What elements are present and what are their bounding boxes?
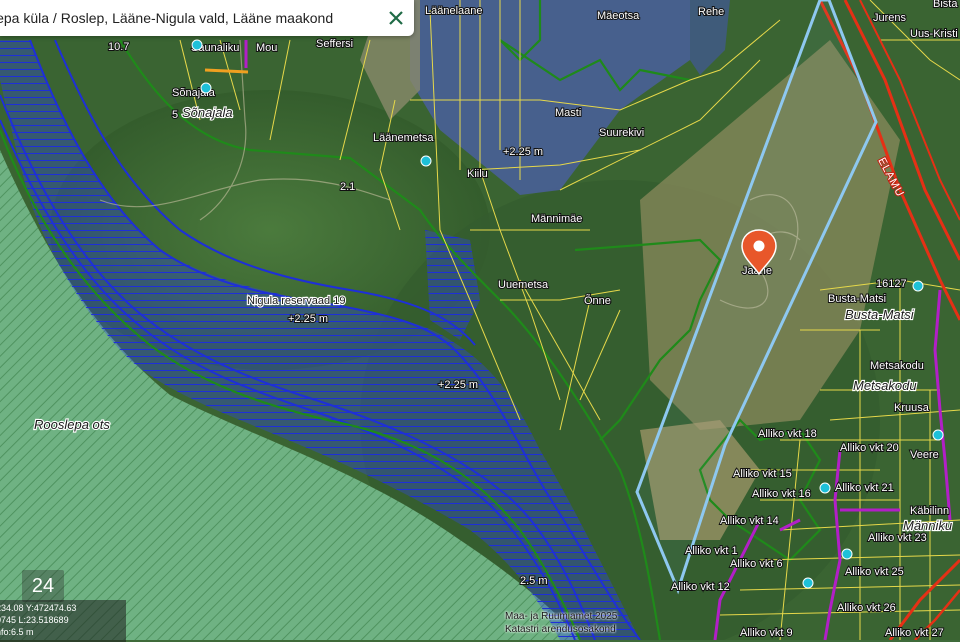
label-reserve: Nigula reservaad 19 [247, 295, 345, 307]
label-rooslepa-ots: Rooslepa ots [34, 417, 110, 432]
label-kruusa: Kruusa [894, 402, 930, 414]
label-elevation-25: 2.5 m [520, 575, 548, 587]
label-uus-kristi: Uus-Kristi [910, 28, 958, 40]
map-canvas[interactable]: Saunaliku Mou Seffersi Läänelaane Mäeots… [0, 0, 960, 640]
label-alliko-18: Alliko vkt 18 [758, 428, 817, 440]
label-depth-2: +2.25 m [288, 313, 328, 325]
label-busta-matsi: Busta-Matsi [828, 293, 886, 305]
label-kabilinn: Käbilinn [910, 505, 949, 517]
close-search-button[interactable] [378, 0, 414, 36]
label-sonajala-it: Sõnajala [182, 105, 233, 120]
label-manniku: Männiku [903, 518, 952, 533]
label-maeotsa: Mäeotsa [597, 10, 640, 22]
label-laanelaane: Läänelaane [425, 5, 483, 17]
poi-dot[interactable] [841, 548, 853, 560]
attribution-line-1: Maa- ja Ruumiamet 2025 [505, 611, 618, 622]
poi-dot[interactable] [200, 82, 212, 94]
label-mannimae: Männimäe [531, 213, 582, 225]
label-elevation-5: 5 [172, 109, 178, 121]
label-elevation-21: 2.1 [340, 181, 355, 193]
label-uemetsa: Uuemetsa [498, 279, 549, 291]
label-alliko-6: Alliko vkt 6 [730, 558, 783, 570]
label-alliko-27: Alliko vkt 27 [885, 627, 944, 639]
label-seffersi: Seffersi [316, 38, 353, 50]
label-jurens: Jurens [873, 12, 907, 24]
label-alliko-1: Alliko vkt 1 [685, 545, 738, 557]
label-alliko-20: Alliko vkt 20 [840, 442, 899, 454]
label-metsakodu-it: Metsakodu [853, 378, 917, 393]
map-attribution: Maa- ja Ruumiamet 2025 Katastri arenduso… [505, 610, 617, 636]
coordinate-line-1: 234.08 Y:472474.63 [0, 603, 77, 613]
label-elevation-107: 10.7 [108, 41, 129, 53]
label-suurekivi: Suurekivi [599, 127, 644, 139]
search-bar[interactable]: lepa küla / Roslep, Lääne-Nigula vald, L… [0, 0, 414, 36]
label-alliko-15: Alliko vkt 15 [733, 468, 792, 480]
label-onne: Õnne [584, 294, 611, 307]
label-alliko-23: Alliko vkt 23 [868, 532, 927, 544]
label-alliko-21: Alliko vkt 21 [835, 482, 894, 494]
label-rehe: Rehe [698, 6, 724, 18]
poi-dot[interactable] [420, 155, 432, 167]
label-alliko-9: Alliko vkt 9 [740, 627, 793, 639]
label-alliko-16: Alliko vkt 16 [752, 488, 811, 500]
label-busta-matsi-it: Busta-Matsi [845, 307, 915, 322]
poi-dot[interactable] [802, 577, 814, 589]
coordinate-line-3: nfo:6.5 m [0, 627, 34, 637]
search-query[interactable]: lepa küla / Roslep, Lääne-Nigula vald, L… [0, 10, 378, 26]
poi-dot[interactable] [819, 482, 831, 494]
poi-dot[interactable] [932, 429, 944, 441]
label-veere: Veere [910, 449, 939, 461]
label-alliko-14: Alliko vkt 14 [720, 515, 779, 527]
label-mou: Mou [256, 42, 277, 54]
label-depth-3: +2.25 m [438, 379, 478, 391]
label-bista: Bista [933, 0, 958, 10]
orange-path [204, 68, 249, 74]
label-alliko-25: Alliko vkt 25 [845, 566, 904, 578]
label-kiilu: Kiilu [467, 168, 488, 180]
zoom-level-badge: 24 [22, 570, 64, 602]
close-icon [389, 11, 403, 25]
label-laanemetsa: Läänemetsa [373, 132, 434, 144]
coordinate-readout: 234.08 Y:472474.63 0745 L:23.518689 nfo:… [0, 600, 126, 642]
coordinate-line-2: 0745 L:23.518689 [0, 615, 69, 625]
label-masti: Masti [555, 107, 581, 119]
attribution-line-2: Katastri arendusosakond [505, 624, 616, 635]
poi-dot[interactable] [191, 39, 203, 51]
label-metsakodu: Metsakodu [870, 360, 924, 372]
label-depth-1: +2.25 m [503, 146, 543, 158]
label-alliko-12: Alliko vkt 12 [671, 581, 730, 593]
poi-dot[interactable] [912, 280, 924, 292]
label-parcel-16127: 16127 [876, 278, 907, 290]
label-alliko-26: Alliko vkt 26 [837, 602, 896, 614]
